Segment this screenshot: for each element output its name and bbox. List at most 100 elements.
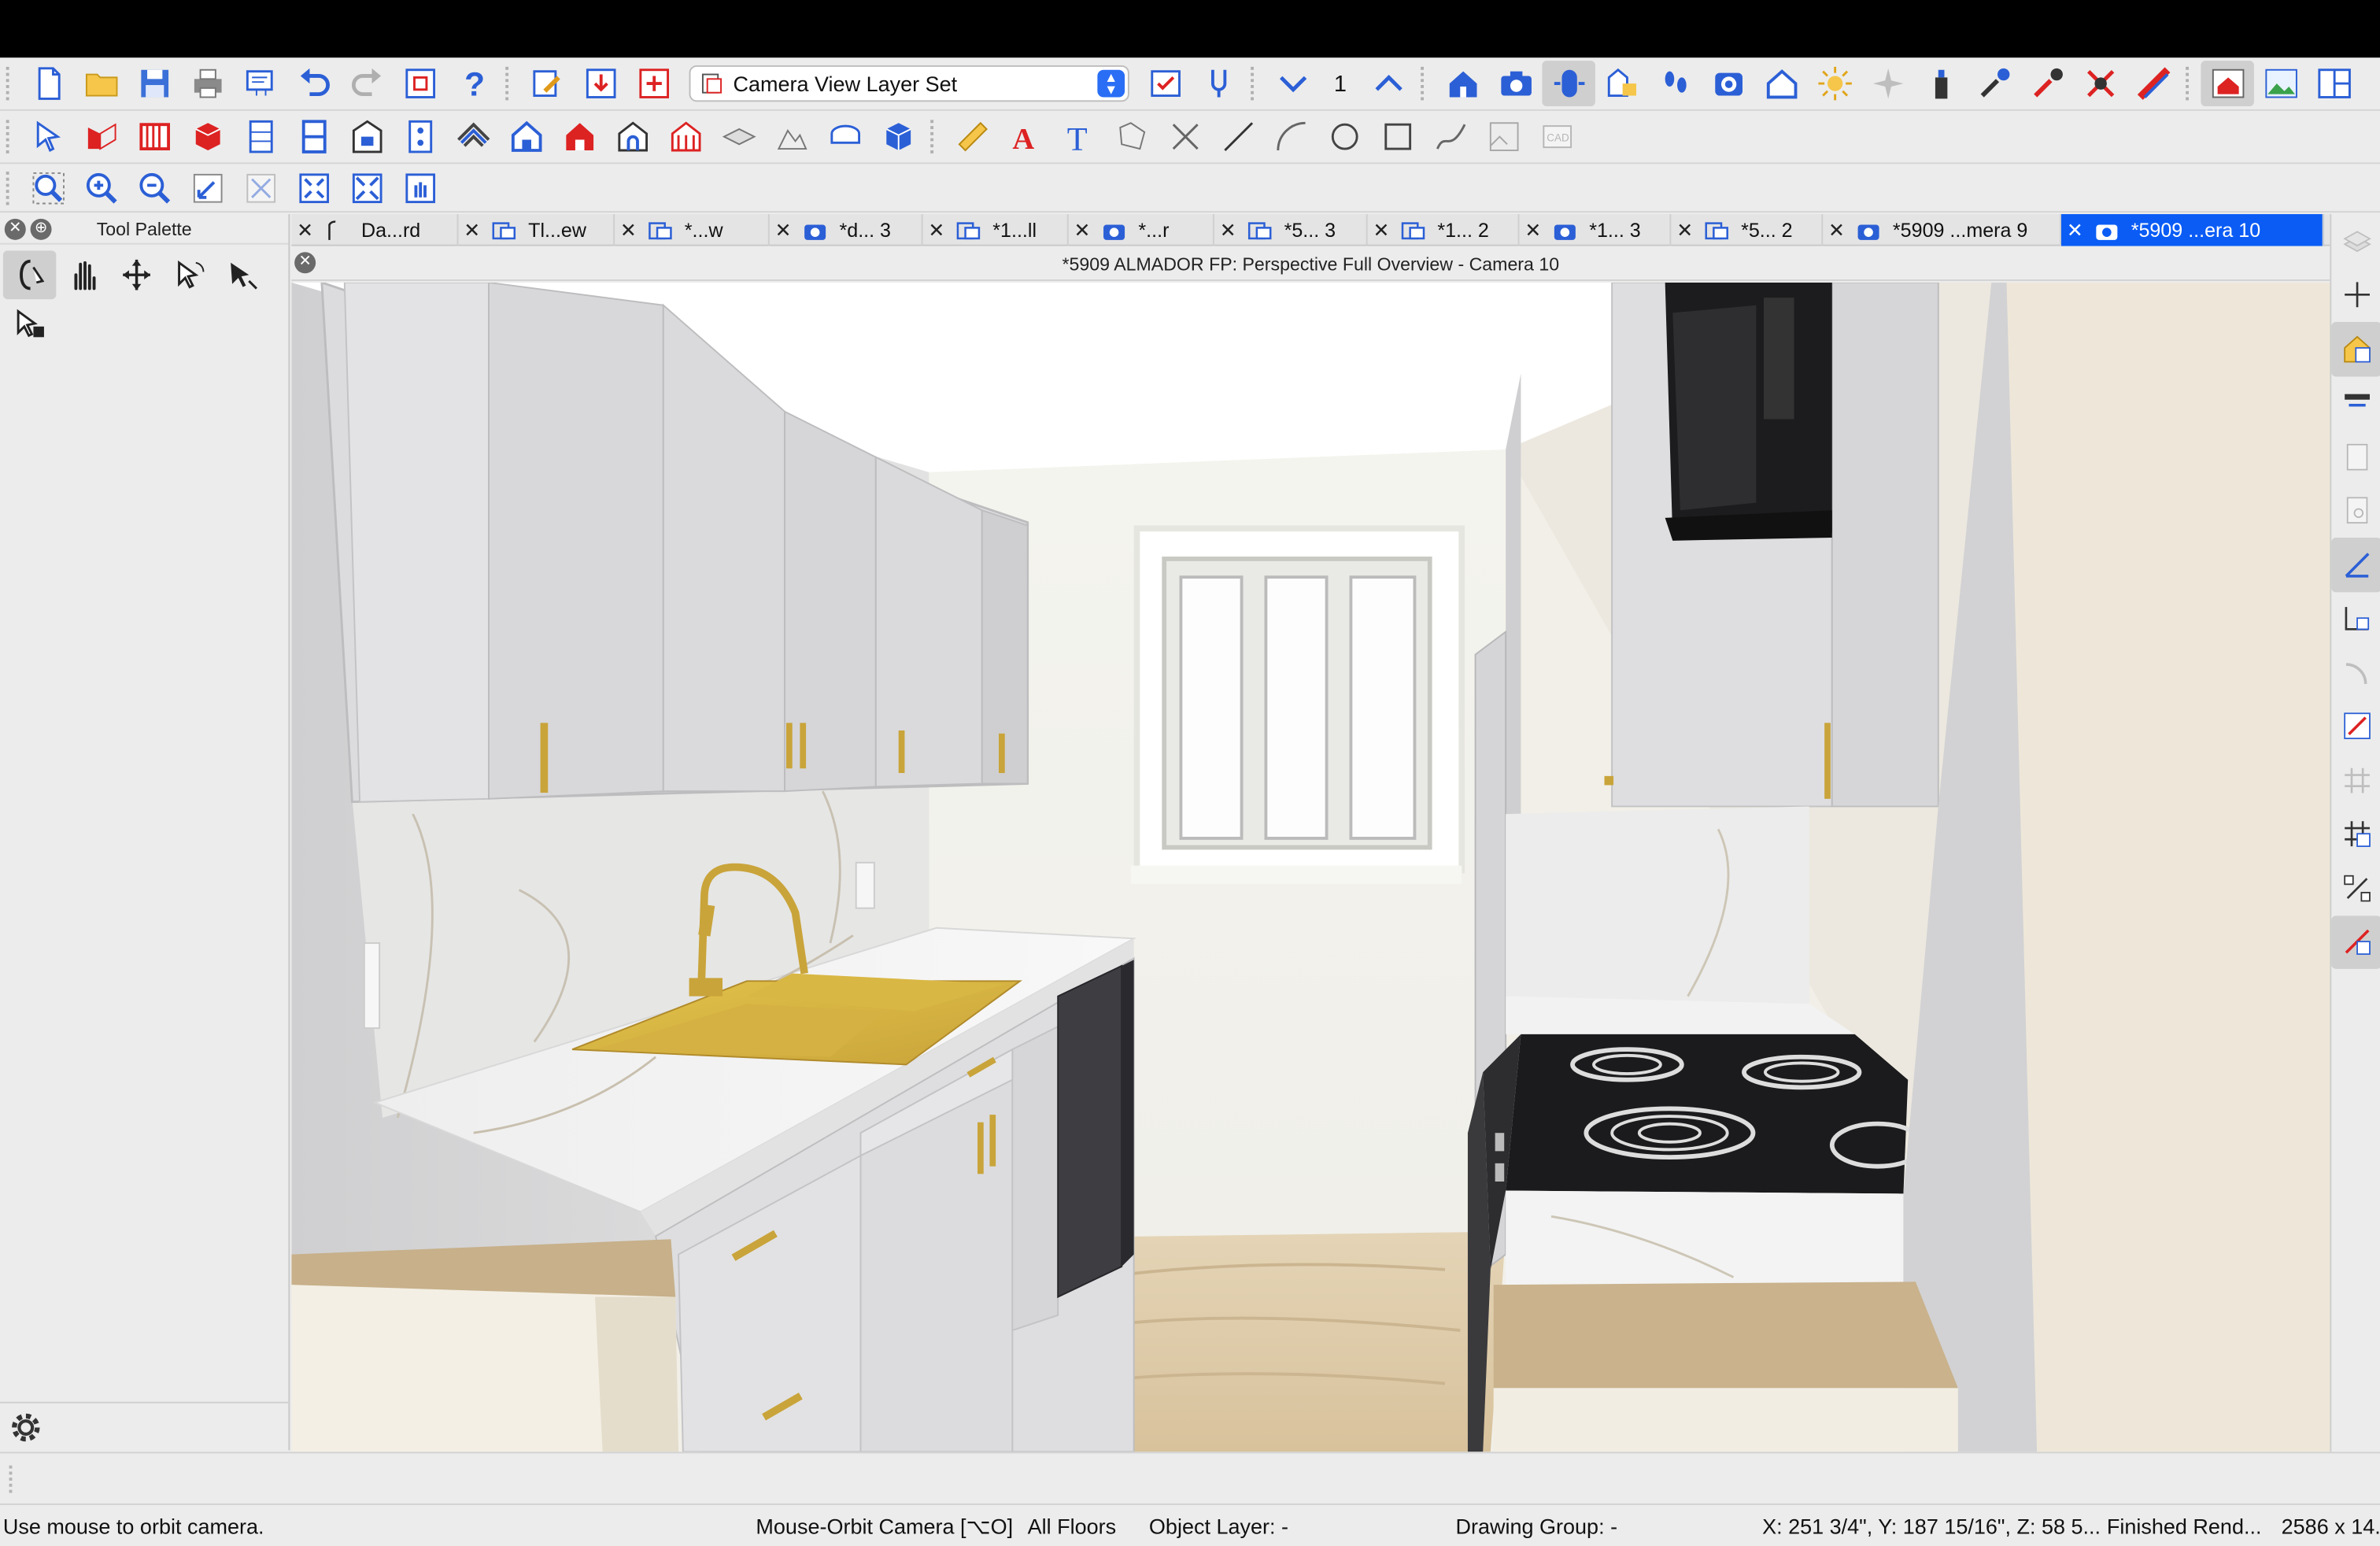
tab-7[interactable]: ✕ *5... 3 [1214, 214, 1368, 246]
shelf-icon[interactable] [818, 114, 870, 160]
tab-6[interactable]: ✕ *...r [1069, 214, 1214, 246]
fill-window-building-icon[interactable] [234, 165, 286, 210]
select-group-icon[interactable] [3, 299, 56, 348]
close-tab-icon[interactable]: ✕ [2061, 218, 2089, 242]
save-icon[interactable] [128, 61, 180, 106]
redo-icon[interactable] [340, 61, 393, 106]
close-tab-icon[interactable]: ✕ [770, 218, 797, 242]
rectangle-tool-icon[interactable] [1370, 114, 1423, 160]
tape-measure-icon[interactable] [1192, 61, 1244, 106]
print-icon[interactable] [180, 61, 233, 106]
text-arrow-icon[interactable]: A [999, 114, 1052, 160]
toolbar-grip[interactable] [930, 120, 942, 153]
toolbar-grip[interactable] [505, 66, 517, 101]
window-tile-icon[interactable] [2307, 61, 2360, 106]
cad-block-icon[interactable]: CAD [1530, 114, 1584, 160]
house-building-icon[interactable] [499, 114, 552, 160]
archway-icon[interactable] [605, 114, 658, 160]
undo-zoom-icon[interactable] [180, 165, 233, 210]
close-tab-icon[interactable]: ✕ [615, 218, 642, 242]
arc-snap-icon[interactable] [2331, 645, 2380, 699]
undo-icon[interactable] [286, 61, 339, 106]
arc-tool-icon[interactable] [1264, 114, 1318, 160]
detach-icon[interactable]: ⊕ [30, 217, 52, 239]
tab-8[interactable]: ✕ *1... 2 [1368, 214, 1520, 246]
close-tab-icon[interactable]: ✕ [1069, 218, 1096, 242]
close-view-icon[interactable]: ✕ [294, 252, 316, 274]
tab-10[interactable]: ✕ *5... 2 [1671, 214, 1824, 246]
floor-up-icon[interactable] [1362, 61, 1414, 106]
dimension-snap-icon[interactable] [2331, 699, 2380, 753]
layer-set-dropdown[interactable]: Camera View Layer Set ▲ ▼ [689, 65, 1129, 102]
slab-icon[interactable] [711, 114, 764, 160]
tab-12[interactable]: ✕ *5909 ...era 10 [2060, 214, 2324, 246]
material-painter-icon[interactable] [2020, 61, 2074, 106]
toolbar-grip[interactable] [1421, 66, 1432, 101]
tab-11[interactable]: ✕ *5909 ...mera 9 [1823, 214, 2061, 246]
circle-tool-icon[interactable] [1318, 114, 1371, 160]
select-object-icon[interactable] [216, 250, 268, 299]
cube-object-icon[interactable] [871, 114, 925, 160]
house-check-icon[interactable] [2331, 322, 2380, 376]
dimension-ruler-icon[interactable] [945, 114, 998, 160]
fence-icon[interactable] [659, 114, 711, 160]
terrain-icon[interactable] [765, 114, 819, 160]
camera-lens-icon[interactable] [1702, 61, 1755, 106]
window-tool-icon[interactable] [340, 114, 393, 160]
layers-icon[interactable] [2331, 214, 2380, 268]
cad-shape-icon[interactable] [1105, 114, 1158, 160]
roof-tool-icon[interactable] [446, 114, 499, 160]
tab-5[interactable]: ✕ *1...ll [923, 214, 1069, 246]
pan-hand-icon[interactable] [393, 165, 445, 210]
close-tab-icon[interactable]: ✕ [923, 218, 951, 242]
camera-3d-view[interactable] [291, 282, 2330, 1452]
toolbar-grip[interactable] [6, 66, 18, 101]
angle-snap-icon[interactable] [2331, 537, 2380, 592]
close-tab-icon[interactable]: ✕ [291, 218, 319, 242]
zoom-out-icon[interactable] [128, 165, 180, 210]
toolbar-grip[interactable] [9, 1465, 13, 1493]
image-tool-icon[interactable] [1476, 114, 1529, 160]
page-icon[interactable] [2331, 430, 2380, 483]
house-outline-icon[interactable] [1754, 61, 1808, 106]
pencil-ruler-icon[interactable] [2127, 61, 2180, 106]
tab-9[interactable]: ✕ *1... 3 [1519, 214, 1672, 246]
hand-pan-icon[interactable] [56, 250, 109, 299]
close-tab-icon[interactable]: ✕ [1368, 218, 1395, 242]
close-icon[interactable]: ✕ [4, 217, 26, 239]
spray-icon[interactable] [1914, 61, 1968, 106]
layout-house-icon[interactable] [2201, 61, 2254, 107]
stair-tool-icon[interactable] [393, 114, 445, 160]
tab-4[interactable]: ✕ *d... 3 [770, 214, 923, 246]
grid-check-icon[interactable] [2331, 807, 2380, 860]
zoom-window-icon[interactable] [21, 165, 74, 210]
tab-3[interactable]: ✕ *...w [615, 214, 770, 246]
cabinet-tool-icon[interactable] [234, 114, 286, 160]
close-tab-icon[interactable]: ✕ [1214, 218, 1242, 242]
eyedropper-icon[interactable] [1967, 61, 2020, 106]
camera-icon[interactable] [1489, 61, 1542, 106]
crosshair-icon[interactable] [2331, 268, 2380, 322]
close-tab-icon[interactable]: ✕ [458, 218, 486, 242]
select-arrow-icon[interactable] [21, 114, 74, 160]
spline-tool-icon[interactable] [1424, 114, 1477, 160]
rotate-select-icon[interactable] [162, 250, 215, 299]
roof-red-icon[interactable] [552, 114, 605, 160]
text-tool-icon[interactable]: T [1051, 114, 1105, 160]
zoom-in-icon[interactable] [74, 165, 127, 210]
cross-line-icon[interactable] [1158, 114, 1211, 160]
picture-view-icon[interactable] [2254, 61, 2308, 106]
print-preview-icon[interactable] [234, 61, 286, 106]
gear-icon[interactable] [6, 1407, 46, 1447]
close-tab-icon[interactable]: ✕ [1519, 218, 1547, 242]
open-folder-icon[interactable] [74, 61, 127, 106]
toolbar-grip[interactable] [1251, 66, 1262, 101]
fill-window-all-icon[interactable] [340, 165, 393, 210]
move-arrows-icon[interactable] [109, 250, 162, 299]
align-snap-icon[interactable] [2331, 915, 2380, 969]
tab-2[interactable]: ✕ Tl...ew [458, 214, 615, 246]
wall-layer-icon[interactable] [2331, 375, 2380, 429]
orbit-camera-icon[interactable] [1542, 61, 1595, 107]
door-tool-icon[interactable] [286, 114, 339, 160]
room-tool-icon[interactable] [180, 114, 233, 160]
